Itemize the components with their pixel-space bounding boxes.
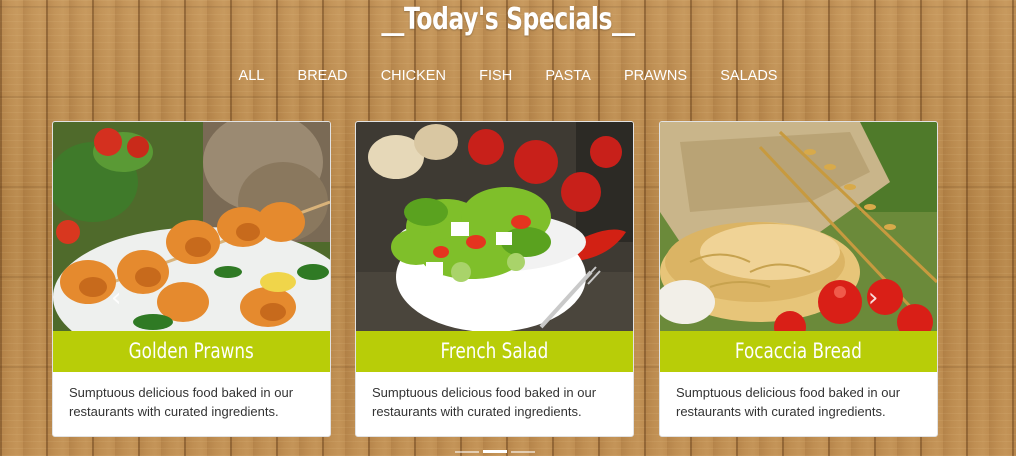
page-title: __Today's Specials__ <box>381 2 635 37</box>
filter-salads[interactable]: SALADS <box>704 68 794 84</box>
filter-prawns[interactable]: PRAWNS <box>607 68 703 84</box>
filter-chicken[interactable]: CHICKEN <box>364 68 462 84</box>
dish-card[interactable]: Focaccia Bread Sumptuous delicious food … <box>659 121 938 437</box>
specials-carousel: Golden Prawns Sumptuous delicious food b… <box>52 121 940 437</box>
dish-description: Sumptuous delicious food baked in our re… <box>676 385 901 419</box>
carousel-indicator[interactable] <box>455 451 479 453</box>
focaccia-bread-photo <box>660 122 937 331</box>
carousel-indicator[interactable] <box>511 451 535 453</box>
dish-name: Focaccia Bread <box>660 331 937 372</box>
chevron-right-icon[interactable]: › <box>868 285 882 311</box>
dish-name: French Salad <box>356 331 633 372</box>
filter-pasta[interactable]: PASTA <box>529 68 608 84</box>
dish-name: Golden Prawns <box>53 331 330 372</box>
french-salad-photo <box>356 122 633 331</box>
carousel-indicators <box>455 450 535 453</box>
dish-card[interactable]: French Salad Sumptuous delicious food ba… <box>355 121 634 437</box>
chevron-left-icon[interactable]: ‹ <box>111 285 125 311</box>
dish-card[interactable]: Golden Prawns Sumptuous delicious food b… <box>52 121 331 437</box>
dish-description: Sumptuous delicious food baked in our re… <box>372 385 597 419</box>
carousel-indicator-active[interactable] <box>483 450 507 453</box>
category-filter-bar: ALL BREAD CHICKEN FISH PASTA PRAWNS SALA… <box>0 68 1016 84</box>
dish-description: Sumptuous delicious food baked in our re… <box>69 385 294 419</box>
filter-all[interactable]: ALL <box>222 68 281 84</box>
filter-fish[interactable]: FISH <box>463 68 529 84</box>
golden-prawns-photo <box>53 122 330 331</box>
filter-bread[interactable]: BREAD <box>281 68 364 84</box>
